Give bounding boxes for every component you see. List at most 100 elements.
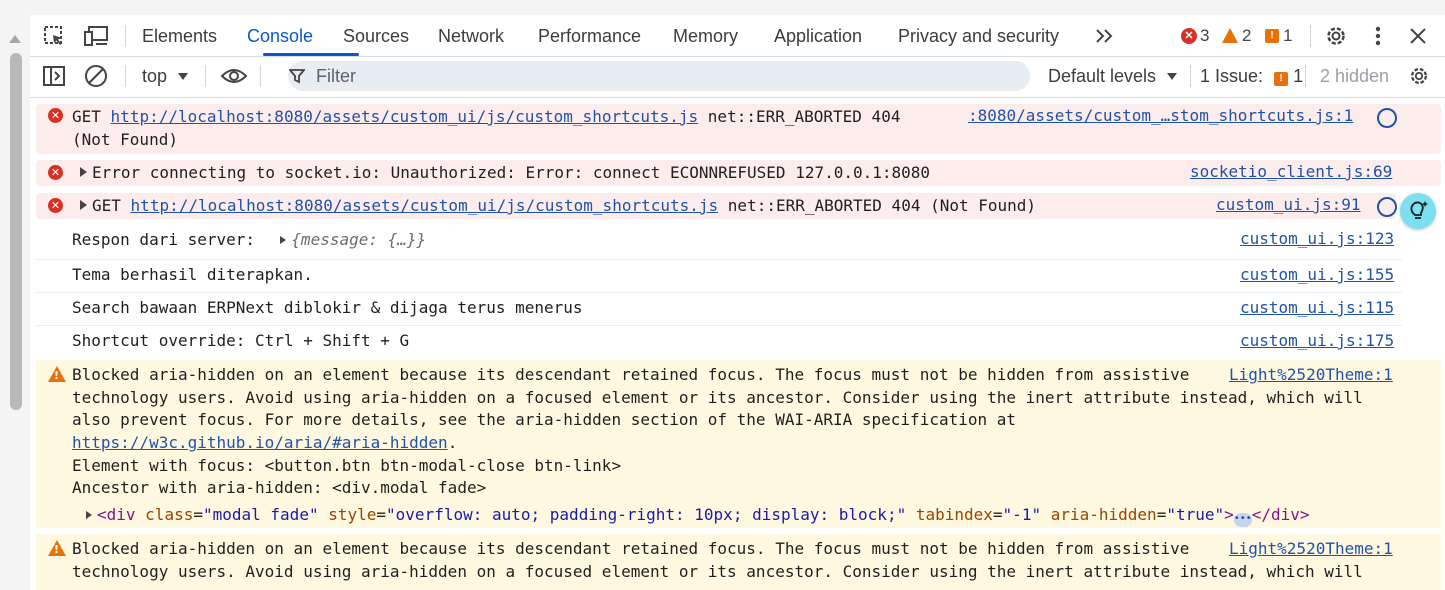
console-log-message[interactable]: Respon dari server: {message: {…}} custo… [36, 226, 1402, 260]
request-status-continued: (Not Found) [72, 130, 178, 149]
source-link[interactable]: Light%2520Theme:1 [1229, 538, 1393, 560]
log-object-preview[interactable]: {message: {…}} [291, 230, 426, 249]
scroll-up-arrow-icon[interactable] [9, 35, 21, 43]
log-text: Respon dari server: [72, 230, 256, 249]
inspect-element-icon[interactable] [40, 15, 68, 56]
hidden-count[interactable]: 2 hidden [1320, 57, 1389, 95]
console-warning-message[interactable]: ! Blocked aria-hidden on an element beca… [36, 360, 1441, 528]
message-text: Error connecting to socket.io: Unauthori… [80, 162, 930, 184]
console-log-message[interactable]: Shortcut override: Ctrl + Shift + G cust… [36, 326, 1402, 358]
source-link[interactable]: custom_ui.js:155 [1240, 264, 1394, 286]
issue-flag-icon: ! [1265, 28, 1279, 43]
sidebar-toggle-icon[interactable] [40, 57, 68, 95]
separator [1310, 25, 1311, 47]
expand-triangle-icon[interactable] [86, 511, 92, 519]
warning-count: 2 [1242, 25, 1252, 45]
dropdown-arrow-icon [178, 73, 189, 80]
clear-console-icon[interactable] [82, 57, 110, 95]
source-link[interactable]: custom_ui.js:115 [1240, 297, 1394, 319]
console-log-message[interactable]: Search bawaan ERPNext diblokir & dijaga … [36, 293, 1402, 326]
error-icon: ✕ [48, 198, 63, 213]
source-link[interactable]: Light%2520Theme:1 [1229, 364, 1393, 386]
close-devtools-icon[interactable] [1406, 15, 1430, 56]
error-icon: ✕ [48, 108, 63, 123]
source-link[interactable]: socketio_client.js:69 [1190, 161, 1392, 183]
dropdown-arrow-icon [1167, 73, 1178, 80]
warning-icon: ! [48, 540, 66, 556]
console-error-message[interactable]: ✕ GET http://localhost:8080/assets/custo… [36, 193, 1397, 219]
node-attr-value: "-1" [1002, 505, 1042, 524]
filter-input[interactable] [288, 61, 1030, 91]
message-text: Respon dari server: {message: {…}} [72, 229, 426, 251]
ai-assistance-bulb-icon[interactable] [1400, 193, 1436, 229]
live-expression-eye-icon[interactable] [218, 57, 250, 95]
node-attr: class [145, 505, 194, 524]
filter-funnel-icon [286, 57, 308, 95]
request-url-link[interactable]: http://localhost:8080/assets/custom_ui/j… [131, 196, 719, 215]
request-status: net::ERR_ABORTED 404 [707, 107, 901, 126]
warning-text-line: Blocked aria-hidden on an element becaus… [72, 365, 1190, 384]
warning-text-line: Ancestor with aria-hidden: <div.modal fa… [72, 478, 487, 497]
error-icon: ✕ [1181, 27, 1197, 44]
source-link[interactable]: :8080/assets/custom_…stom_shortcuts.js:1 [968, 105, 1353, 127]
error-icon: ✕ [48, 165, 63, 180]
console-settings-gear-icon[interactable] [1406, 57, 1432, 95]
more-tabs-icon[interactable] [1093, 15, 1117, 56]
issues-link[interactable]: 1 Issue: ! 1 [1200, 57, 1303, 95]
request-method: GET [72, 107, 101, 126]
warning-text-line: https://w3c.github.io/aria/#aria-hidden. [72, 433, 458, 452]
device-toolbar-icon[interactable] [82, 15, 112, 56]
issues-count: 1 [1293, 66, 1304, 86]
dom-node-preview[interactable]: <div class="modal fade" style="overflow:… [86, 504, 1310, 527]
issue-flag-icon: ! [1274, 72, 1289, 86]
aria-hidden-spec-link[interactable]: https://w3c.github.io/aria/#aria-hidden [72, 433, 448, 452]
network-request-icon[interactable] [1377, 108, 1397, 128]
log-levels-dropdown[interactable]: Default levels [1048, 57, 1178, 95]
console-log-message[interactable]: Tema berhasil diterapkan. custom_ui.js:1… [36, 260, 1402, 293]
separator [125, 25, 126, 47]
log-levels-label: Default levels [1048, 66, 1157, 86]
devtools-tab-bar: Elements Console Sources Network Perform… [30, 15, 1445, 57]
expand-triangle-icon[interactable] [80, 167, 87, 177]
issues-label: 1 Issue: [1200, 66, 1264, 86]
tab-application[interactable]: Application [774, 15, 862, 56]
expand-triangle-icon[interactable] [80, 200, 87, 210]
issue-count-badge[interactable]: ! 1 [1265, 15, 1292, 56]
tab-sources[interactable]: Sources [343, 15, 409, 56]
more-options-icon[interactable] [1366, 15, 1390, 56]
tab-elements[interactable]: Elements [142, 15, 217, 56]
request-method: GET [92, 196, 121, 215]
node-tag: <div [97, 505, 136, 524]
warning-text-line: technology users. Avoid using aria-hidde… [72, 388, 1363, 407]
tab-privacy-security[interactable]: Privacy and security [898, 15, 1059, 56]
ellipsis-expand-icon[interactable]: ••• [1233, 513, 1252, 527]
node-attr-value: "overflow: auto; padding-right: 10px; di… [386, 505, 907, 524]
source-link[interactable]: custom_ui.js:175 [1240, 330, 1394, 352]
context-selector[interactable]: top [142, 57, 189, 95]
left-scrollbar[interactable] [0, 15, 30, 590]
node-attr-value: "modal fade" [202, 505, 319, 524]
error-count-badge[interactable]: ✕ 3 [1181, 15, 1209, 56]
network-request-icon[interactable] [1377, 197, 1397, 217]
separator [260, 65, 261, 87]
node-attr: style [328, 505, 377, 524]
warning-text-line: Blocked aria-hidden on an element becaus… [72, 539, 1190, 558]
message-text: Tema berhasil diterapkan. [72, 265, 313, 284]
request-url-link[interactable]: http://localhost:8080/assets/custom_ui/j… [111, 107, 699, 126]
source-link[interactable]: custom_ui.js:123 [1240, 228, 1394, 250]
warning-count-badge[interactable]: 2 [1222, 15, 1251, 56]
issue-count: 1 [1283, 25, 1293, 45]
scroll-thumb[interactable] [10, 53, 22, 410]
tab-console[interactable]: Console [247, 15, 313, 56]
console-warning-message[interactable]: ! Blocked aria-hidden on an element beca… [36, 534, 1441, 590]
tab-memory[interactable]: Memory [673, 15, 738, 56]
node-attr: aria-hidden [1050, 505, 1157, 524]
expand-triangle-icon[interactable] [280, 236, 287, 244]
tab-performance[interactable]: Performance [538, 15, 641, 56]
console-error-message[interactable]: ✕ Error connecting to socket.io: Unautho… [36, 160, 1441, 186]
settings-gear-icon[interactable] [1322, 15, 1350, 56]
warning-text-line: technology users. Avoid using aria-hidde… [72, 562, 1363, 581]
tab-network[interactable]: Network [438, 15, 504, 56]
source-link[interactable]: custom_ui.js:91 [1216, 194, 1361, 216]
console-error-message[interactable]: ✕ GET http://localhost:8080/assets/custo… [36, 104, 1441, 154]
